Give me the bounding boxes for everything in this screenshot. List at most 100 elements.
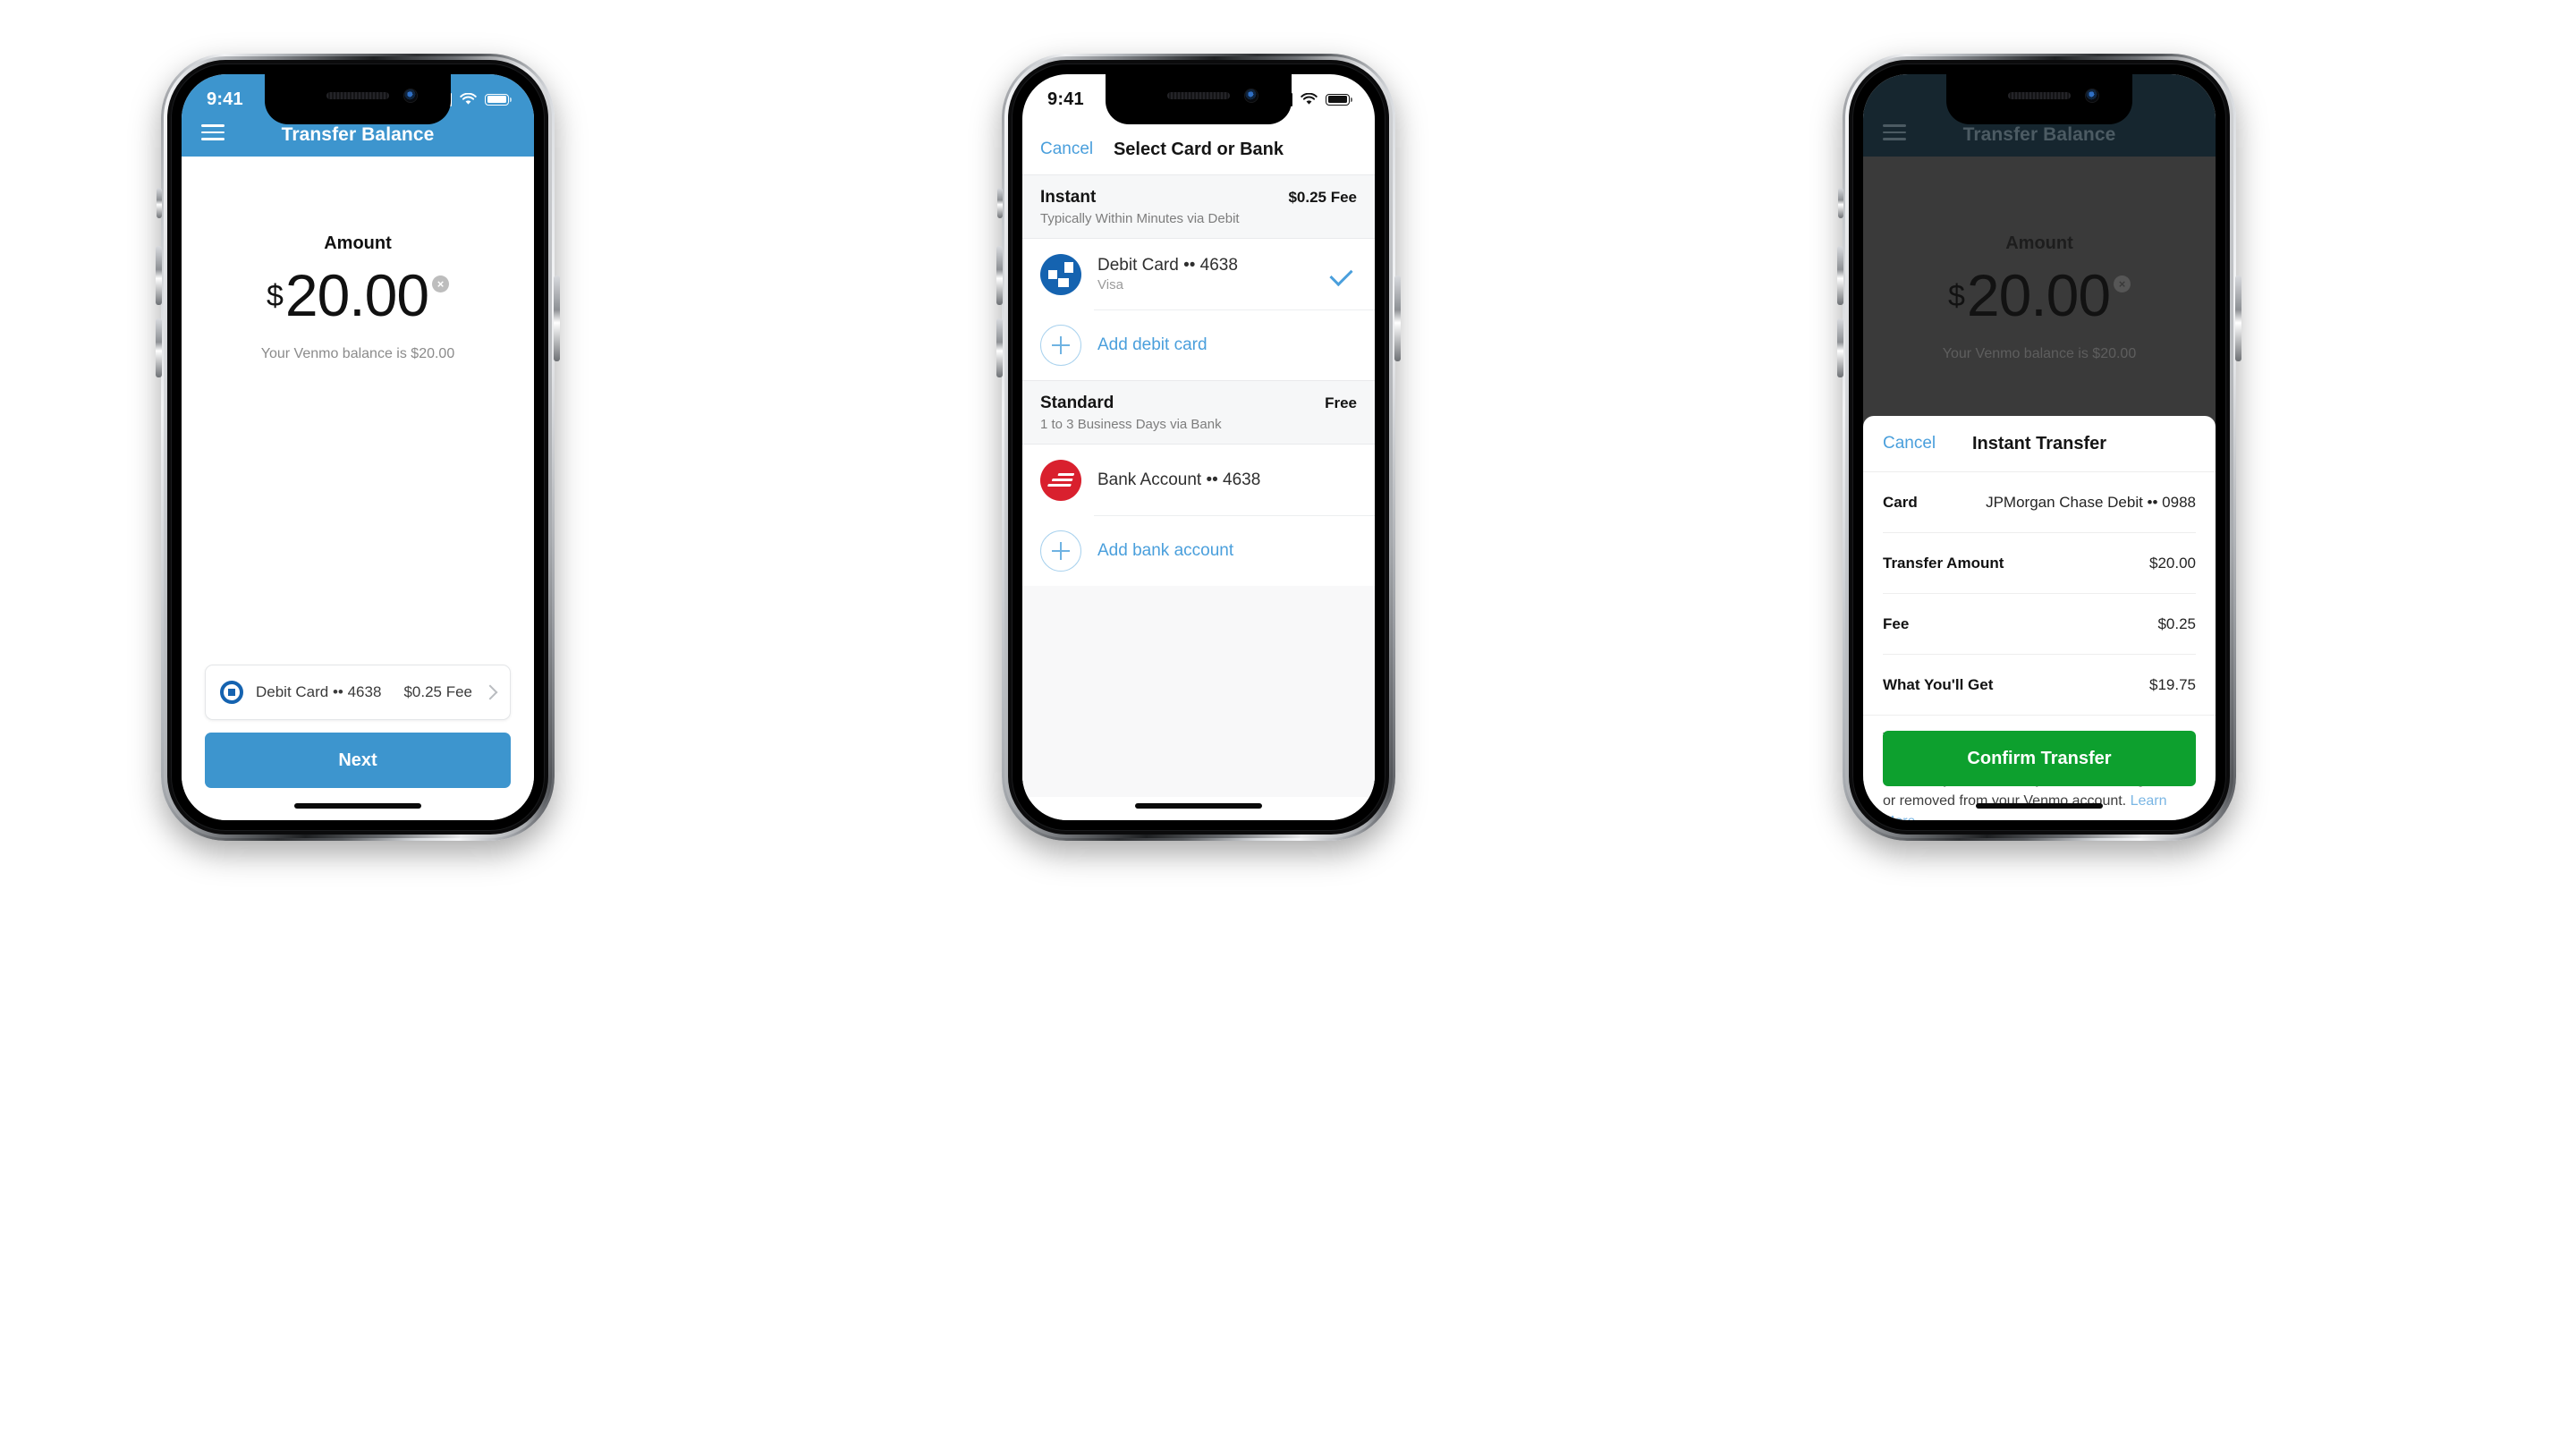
add-bank-account-row[interactable]: Add bank account: [1022, 515, 1375, 586]
plus-circle-icon: [1040, 324, 1081, 366]
table-row: Card JPMorgan Chase Debit •• 0988: [1883, 472, 2196, 533]
device-notch: [265, 74, 451, 124]
list-item-title: Debit Card •• 4638: [1097, 256, 1238, 275]
amount-display: $ 20.00 ×: [1863, 266, 2216, 325]
volume-down-button[interactable]: [156, 318, 162, 377]
section-header-standard: Standard Free 1 to 3 Business Days via B…: [1022, 380, 1375, 445]
plus-circle-icon: [1040, 530, 1081, 572]
currency-symbol: $: [1947, 279, 1965, 313]
list-item-debit-card[interactable]: Debit Card •• 4638 Visa: [1022, 239, 1375, 309]
next-button[interactable]: Next: [205, 733, 511, 788]
front-camera: [1245, 89, 1258, 102]
home-indicator[interactable]: [1135, 803, 1262, 809]
volume-down-button[interactable]: [1837, 318, 1843, 377]
row-value: $20.00: [2149, 554, 2196, 572]
chevron-right-icon: [482, 684, 498, 700]
status-time: 9:41: [207, 89, 243, 109]
row-value: $0.25: [2157, 614, 2196, 632]
volume-down-button[interactable]: [996, 318, 1003, 377]
hamburger-menu-icon[interactable]: [201, 124, 225, 140]
wifi-icon: [460, 93, 477, 105]
home-indicator[interactable]: [294, 803, 421, 809]
page-title: Transfer Balance: [1962, 124, 2116, 145]
payment-methods-list: Instant $0.25 Fee Typically Within Minut…: [1022, 174, 1375, 820]
section-subtitle: 1 to 3 Business Days via Bank: [1040, 417, 1222, 432]
amount-label: Amount: [324, 233, 392, 253]
section-fee: Free: [1325, 394, 1357, 411]
volume-up-button[interactable]: [156, 246, 162, 305]
table-row: Fee $0.25: [1883, 594, 2196, 655]
volume-up-button[interactable]: [996, 246, 1003, 305]
chase-logo-icon: [220, 681, 243, 704]
table-row: What You'll Get $19.75: [1883, 655, 2196, 715]
battery-icon: [485, 93, 512, 106]
list-item-title: Bank Account •• 4638: [1097, 470, 1261, 489]
phone-3-screen: Transfer Balance Amount $ 20.00 × Your V…: [1863, 74, 2216, 820]
row-value: $19.75: [2149, 675, 2196, 693]
amount-label: Amount: [2005, 233, 2073, 253]
phone-1-transfer-balance: Transfer Balance 9:41 Amount $ 20.00 × Y…: [156, 54, 560, 841]
card-name: Debit Card •• 4638: [256, 683, 382, 700]
list-item-subtitle: Visa: [1097, 277, 1123, 292]
transfer-body: Amount $ 20.00 × Your Venmo balance is $…: [182, 157, 534, 820]
row-label: Fee: [1883, 614, 1910, 632]
selected-card-row[interactable]: Debit Card •• 4638 $0.25 Fee: [205, 665, 511, 720]
front-camera: [404, 89, 417, 102]
confirm-transfer-button[interactable]: Confirm Transfer: [1883, 731, 2196, 786]
balance-note: Your Venmo balance is $20.00: [1942, 345, 2137, 361]
wifi-icon: [1301, 93, 1318, 105]
phone-3-instant-transfer-confirm: Transfer Balance Amount $ 20.00 × Your V…: [1837, 54, 2241, 841]
add-debit-card-row[interactable]: Add debit card: [1022, 309, 1375, 380]
phone-2-screen: 9:41 Cancel Select Card or Bank Instant …: [1022, 74, 1375, 820]
volume-up-button[interactable]: [1837, 246, 1843, 305]
list-empty-space: [1022, 586, 1375, 797]
section-name: Standard: [1040, 394, 1114, 412]
silent-switch[interactable]: [157, 188, 162, 218]
phone-2-select-card-or-bank: 9:41 Cancel Select Card or Bank Instant …: [996, 54, 1401, 841]
phone-1-screen: Transfer Balance 9:41 Amount $ 20.00 × Y…: [182, 74, 534, 820]
card-fee: $0.25 Fee: [403, 683, 472, 700]
mockup-stage: Transfer Balance 9:41 Amount $ 20.00 × Y…: [0, 0, 2576, 1449]
earpiece-speaker: [326, 92, 389, 99]
amount-display[interactable]: $ 20.00 ×: [182, 262, 534, 328]
row-value: JPMorgan Chase Debit •• 0988: [1986, 493, 2196, 511]
hamburger-menu-icon: [1883, 124, 1906, 140]
device-notch: [1106, 74, 1292, 124]
page-title: Transfer Balance: [281, 124, 435, 145]
earpiece-speaker: [1167, 92, 1230, 99]
transfer-summary-table: Card JPMorgan Chase Debit •• 0988 Transf…: [1863, 471, 2216, 715]
front-camera: [2086, 89, 2098, 102]
power-button[interactable]: [2235, 275, 2241, 361]
battery-icon: [1326, 93, 1352, 106]
checkmark-icon: [1329, 262, 1353, 286]
table-row: Transfer Amount $20.00: [1883, 533, 2196, 594]
section-header-instant: Instant $0.25 Fee Typically Within Minut…: [1022, 174, 1375, 239]
clear-circle-icon[interactable]: ×: [432, 275, 450, 292]
section-subtitle: Typically Within Minutes via Debit: [1040, 211, 1240, 226]
row-label: Card: [1883, 493, 1918, 511]
power-button[interactable]: [554, 275, 560, 361]
home-indicator[interactable]: [1976, 803, 2103, 809]
list-item-bank-account[interactable]: Bank Account •• 4638: [1022, 445, 1375, 515]
row-label: What You'll Get: [1883, 675, 1994, 693]
earpiece-speaker: [2008, 92, 2071, 99]
currency-symbol: $: [266, 279, 284, 313]
power-button[interactable]: [1394, 275, 1401, 361]
amount-value: 20.00: [284, 262, 429, 328]
cancel-button[interactable]: Cancel: [1040, 140, 1093, 159]
balance-note: Your Venmo balance is $20.00: [260, 345, 455, 361]
instant-transfer-sheet: Cancel Instant Transfer Card JPMorgan Ch…: [1863, 416, 2216, 820]
status-time: 9:41: [1047, 89, 1084, 109]
sheet-navigation-bar: Cancel Instant Transfer: [1863, 416, 2216, 471]
silent-switch[interactable]: [1838, 188, 1843, 218]
add-debit-card-label: Add debit card: [1097, 335, 1208, 354]
silent-switch[interactable]: [997, 188, 1003, 218]
bank-of-america-logo-icon: [1040, 459, 1081, 501]
add-bank-account-label: Add bank account: [1097, 540, 1234, 560]
clear-circle-icon: ×: [2114, 275, 2131, 292]
section-name: Instant: [1040, 188, 1097, 207]
section-fee: $0.25 Fee: [1288, 189, 1357, 206]
sheet-navigation-bar: Cancel Select Card or Bank: [1022, 124, 1375, 174]
row-label: Transfer Amount: [1883, 554, 2004, 572]
cancel-button[interactable]: Cancel: [1883, 434, 1936, 453]
